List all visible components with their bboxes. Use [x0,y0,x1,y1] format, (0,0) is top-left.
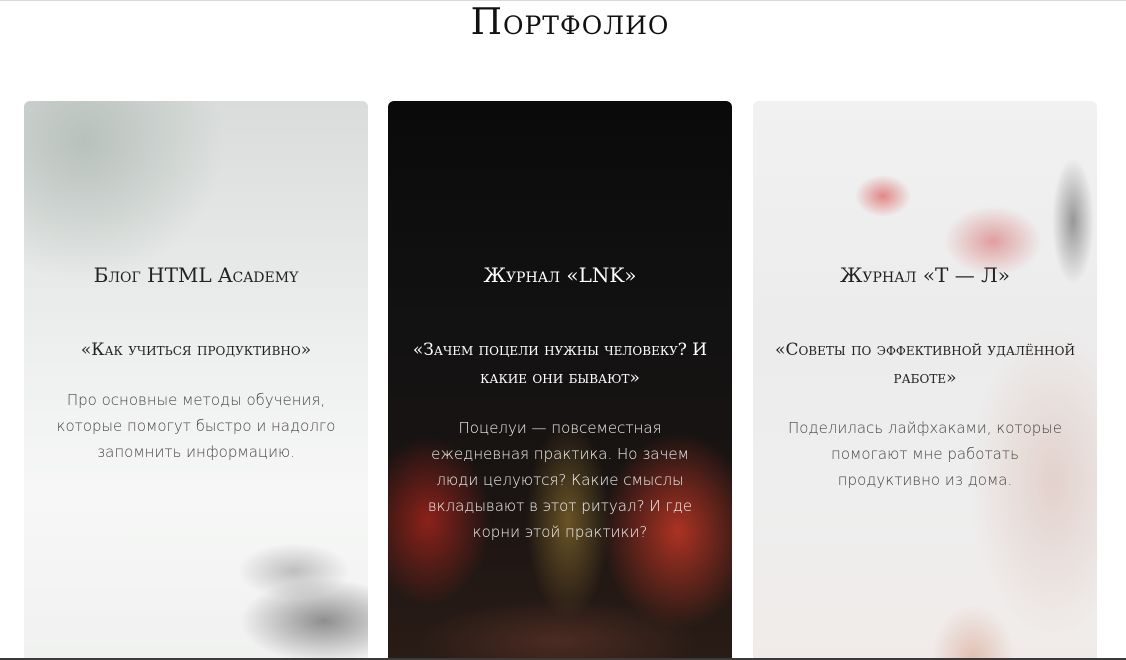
portfolio-card-t-l[interactable]: Журнал «Т — Л» «Советы по эффективной уд… [753,101,1097,660]
top-divider [0,0,1126,1]
card-link[interactable] [753,101,1097,660]
page-title: Портфолио [470,2,670,43]
portfolio-card-lnk[interactable]: Журнал «LNK» «Зачем поцели нужны человек… [388,101,732,660]
card-link[interactable] [24,101,368,660]
card-link[interactable] [388,101,732,660]
portfolio-card-html-academy[interactable]: Блог HTML Academy «Как учиться продуктив… [24,101,368,660]
